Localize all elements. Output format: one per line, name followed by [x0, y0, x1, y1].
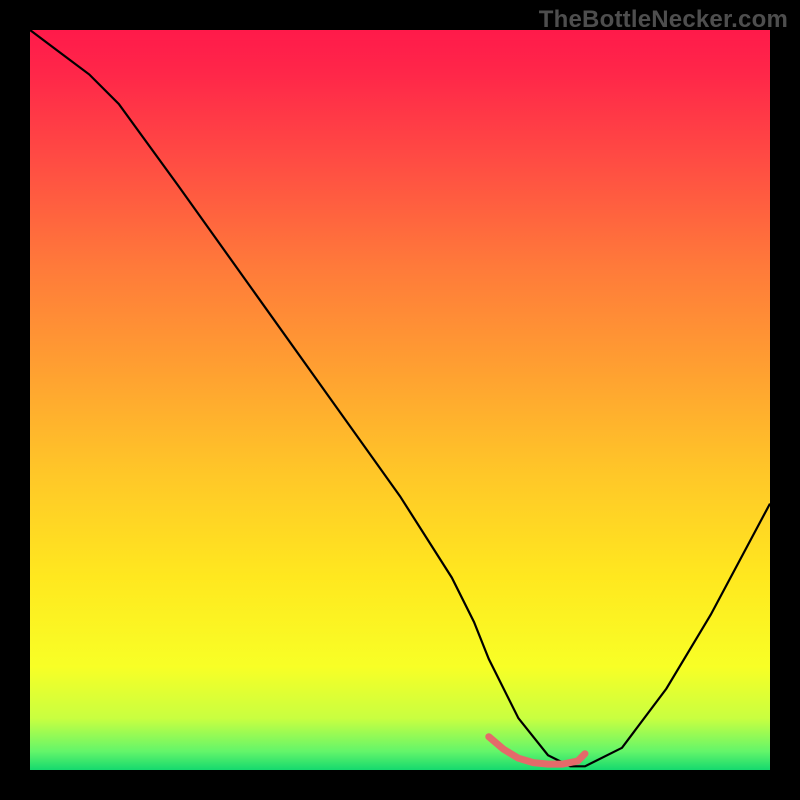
chart-background: [30, 30, 770, 770]
chart-frame: [30, 30, 770, 770]
chart-svg: [30, 30, 770, 770]
watermark-text: TheBottleNecker.com: [539, 6, 788, 34]
